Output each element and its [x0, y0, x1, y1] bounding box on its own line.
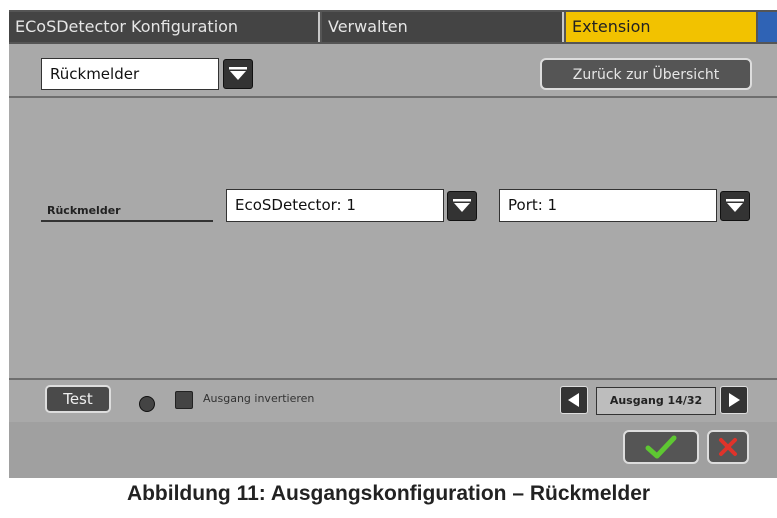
chevron-down-icon	[229, 67, 247, 80]
action-row: Test Ausgang invertieren Ausgang 14/32	[9, 378, 777, 424]
checkmark-icon	[645, 435, 677, 459]
type-select[interactable]: Rückmelder	[41, 58, 219, 90]
config-screen: ECoSDetector Konfiguration Verwalten Ext…	[9, 10, 777, 478]
field-label-rueckmelder: Rückmelder	[47, 204, 121, 217]
arrow-left-icon	[568, 393, 579, 407]
invert-output-checkbox[interactable]	[175, 391, 193, 409]
cancel-button[interactable]	[707, 430, 749, 464]
previous-output-button[interactable]	[560, 386, 588, 414]
detector-dropdown-button[interactable]	[447, 191, 477, 221]
output-indicator: Ausgang 14/32	[596, 387, 716, 415]
invert-output-label: Ausgang invertieren	[203, 392, 315, 405]
back-to-overview-button[interactable]: Zurück zur Übersicht	[540, 58, 752, 90]
field-label-underline	[41, 220, 213, 222]
arrow-right-icon	[729, 393, 740, 407]
chevron-down-icon	[726, 199, 744, 212]
test-button[interactable]: Test	[45, 385, 111, 413]
chevron-down-icon	[453, 199, 471, 212]
figure-caption: Abbildung 11: Ausgangskonfiguration – Rü…	[126, 482, 651, 505]
ok-button[interactable]	[623, 430, 699, 464]
type-select-dropdown-button[interactable]	[223, 59, 253, 89]
next-output-button[interactable]	[720, 386, 748, 414]
status-led-icon	[139, 396, 155, 412]
x-icon	[719, 438, 737, 456]
tab-bar-edge	[758, 12, 777, 42]
port-select[interactable]: Port: 1	[499, 189, 717, 222]
tab-ecosdetector-konfiguration[interactable]: ECoSDetector Konfiguration	[9, 12, 320, 42]
port-dropdown-button[interactable]	[720, 191, 750, 221]
detector-select[interactable]: EcoSDetector: 1	[226, 189, 444, 222]
tab-bar: ECoSDetector Konfiguration Verwalten Ext…	[9, 10, 777, 44]
top-row: Rückmelder Zurück zur Übersicht	[9, 44, 777, 98]
tab-verwalten[interactable]: Verwalten	[322, 12, 564, 42]
confirm-row	[9, 422, 777, 478]
tab-extension[interactable]: Extension	[566, 12, 756, 42]
